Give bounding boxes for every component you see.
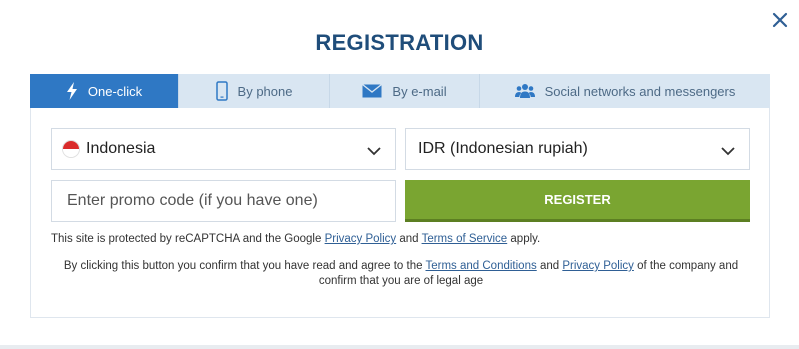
currency-value: IDR (Indonesian rupiah) — [418, 140, 588, 157]
country-value: Indonesia — [86, 140, 156, 157]
tab-label: By e-mail — [392, 83, 447, 99]
notice-text: and — [399, 233, 419, 245]
notice-text: This site is protected by reCAPTCHA and … — [51, 233, 322, 245]
notice-text: By clicking this button you confirm that… — [63, 260, 423, 272]
lightning-icon — [66, 82, 78, 100]
terms-of-service-link[interactable]: Terms of Service — [422, 233, 508, 245]
tab-by-email[interactable]: By e-mail — [330, 74, 480, 108]
terms-and-conditions-link[interactable]: Terms and Conditions — [426, 260, 537, 272]
phone-icon — [215, 81, 228, 101]
notice-text: apply. — [510, 233, 541, 245]
tab-by-phone[interactable]: By phone — [179, 74, 330, 108]
tab-label: One-click — [87, 83, 143, 99]
tab-label: By phone — [237, 83, 293, 99]
country-select[interactable]: Indonesia — [51, 128, 396, 170]
people-icon — [514, 83, 535, 99]
tab-one-click[interactable]: One-click — [30, 74, 179, 108]
tab-social-networks[interactable]: Social networks and messengers — [480, 74, 770, 108]
indonesia-flag-icon — [62, 140, 80, 158]
currency-select[interactable]: IDR (Indonesian rupiah) — [405, 128, 750, 170]
privacy-policy-link[interactable]: Privacy Policy — [325, 233, 397, 245]
register-button[interactable]: REGISTER — [405, 180, 750, 222]
privacy-policy-link[interactable]: Privacy Policy — [562, 260, 634, 272]
registration-modal: REGISTRATION One-click By phone By e-mai… — [0, 0, 799, 349]
legal-age-notice: By clicking this button you confirm that… — [51, 259, 751, 289]
registration-form: Indonesia IDR (Indonesian rupiah) REGIST… — [30, 108, 770, 318]
modal-title: REGISTRATION — [315, 30, 484, 55]
close-icon[interactable] — [770, 10, 790, 30]
chevron-down-icon — [367, 143, 381, 161]
recaptcha-notice: This site is protected by reCAPTCHA and … — [51, 233, 540, 245]
notice-text: and — [539, 260, 560, 272]
modal-bottom-edge — [0, 345, 799, 349]
chevron-down-icon — [721, 143, 735, 161]
registration-tabs: One-click By phone By e-mail Social netw… — [30, 74, 770, 108]
tab-label: Social networks and messengers — [544, 83, 736, 99]
envelope-icon — [362, 84, 383, 98]
promo-code-input[interactable] — [51, 180, 396, 222]
